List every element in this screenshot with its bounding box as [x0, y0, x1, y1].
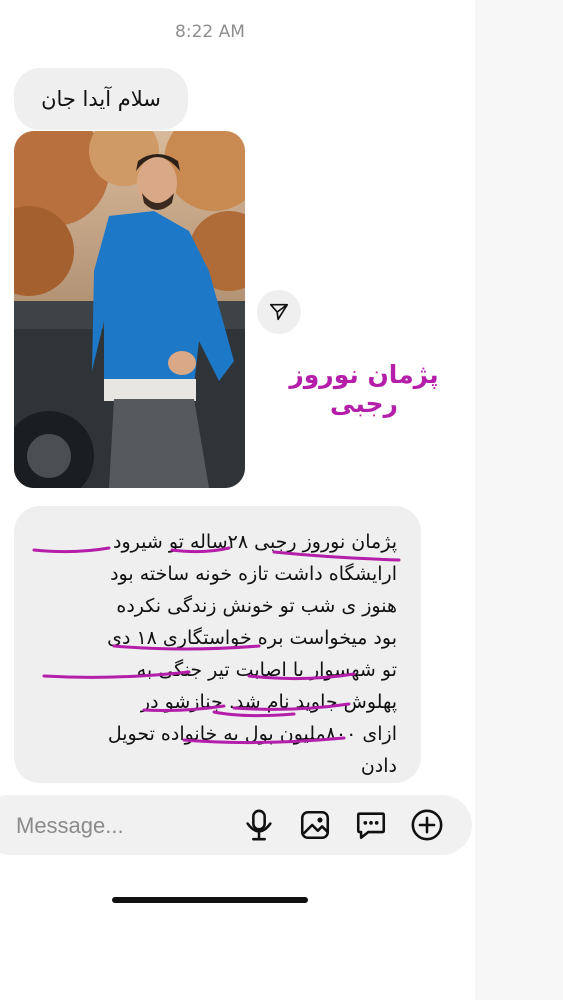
story-line: پهلوش جاوید نام شد. جنازشو در: [140, 691, 397, 713]
story-line: پژمان نوروز رجبی ۲۸ساله تو شیرود: [113, 531, 397, 553]
story-line: ارایشگاه داشت تازه خونه ساخته بود: [110, 563, 397, 585]
message-bubble-story[interactable]: پژمان نوروز رجبی ۲۸ساله تو شیرود ارایشگا…: [14, 506, 421, 783]
story-line: دادن: [360, 755, 397, 777]
shared-photo[interactable]: [14, 131, 245, 488]
background-strip: [475, 0, 563, 1000]
home-indicator[interactable]: [112, 897, 308, 903]
story-text: پژمان نوروز رجبی ۲۸ساله تو شیرود ارایشگا…: [27, 526, 397, 782]
greeting-text: سلام آیدا جان: [41, 87, 161, 111]
story-line: بود میخواست بره خواستگاری ۱۸ دی: [107, 627, 397, 649]
message-input[interactable]: [14, 809, 218, 843]
message-bubble-greeting[interactable]: سلام آیدا جان: [14, 68, 188, 130]
status-time: 8:22 AM: [175, 22, 245, 42]
plus-icon[interactable]: [410, 808, 444, 842]
sticker-icon[interactable]: [354, 808, 388, 842]
handwritten-caption: پژمان نوروز رجبی: [289, 360, 439, 418]
share-icon: [269, 303, 289, 321]
story-line: تو شهسوار با اصابت تیر جنگی به: [136, 659, 397, 681]
photo-illustration: [14, 131, 245, 488]
story-line: هنوز ی شب تو خونش زندگی نکرده: [116, 595, 397, 617]
microphone-icon[interactable]: [242, 808, 276, 842]
share-button[interactable]: [257, 290, 301, 334]
message-composer[interactable]: [0, 795, 472, 855]
gallery-icon[interactable]: [298, 808, 332, 842]
story-line: ازای ۸۰۰ملیون پول به خانواده تحویل: [107, 723, 397, 745]
